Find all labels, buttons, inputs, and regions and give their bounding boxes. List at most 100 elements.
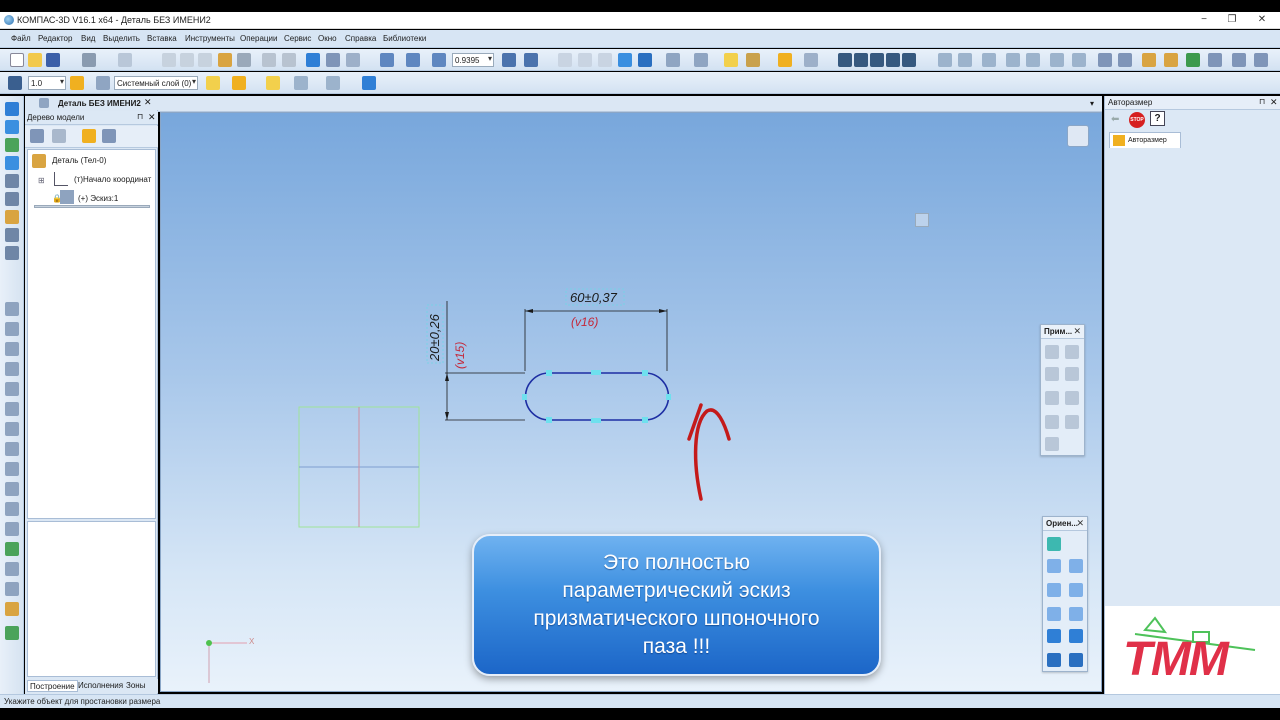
trim-tool-icon[interactable] [958,53,972,67]
menu-edit[interactable]: Редактор [38,34,72,43]
specification-tool-icon[interactable] [1164,53,1178,67]
print-icon[interactable] [82,53,96,67]
attributes-tool-icon[interactable] [1118,53,1132,67]
menu-insert[interactable]: Вставка [147,34,177,43]
document-list-arrow-icon[interactable]: ▾ [1090,99,1094,108]
insert-icon[interactable] [5,626,19,640]
fx-icon[interactable] [346,53,360,67]
menu-tools[interactable]: Инструменты [185,34,235,43]
cut-icon[interactable] [162,53,176,67]
redo-icon[interactable] [282,53,296,67]
open-folder-icon[interactable] [28,53,42,67]
spline-icon[interactable] [5,382,19,396]
polygon-icon[interactable] [5,542,19,556]
edit-part-icon[interactable] [746,53,760,67]
format-brush-icon[interactable] [218,53,232,67]
orient-iso-icon[interactable] [1047,629,1061,643]
dimensions-panel-icon[interactable] [5,156,19,170]
tree-item-sketch[interactable]: (+) Эскиз:1 [78,194,118,203]
constraint-parallel-icon[interactable] [1065,367,1079,381]
magnet-icon[interactable] [232,76,246,90]
move-tool-icon[interactable] [1050,53,1064,67]
model-tree-icon[interactable] [306,53,320,67]
view-shaded-icon[interactable] [618,53,632,67]
view-shaded-edges-icon[interactable] [638,53,652,67]
orient-dimetric-icon[interactable] [1069,629,1083,643]
constraint-point-on-curve-icon[interactable] [1045,415,1059,429]
pan-icon[interactable] [524,53,538,67]
measure-tool-icon[interactable] [1098,53,1112,67]
tree-item-origin[interactable]: (т)Начало координат [74,175,151,184]
height-dimension-text[interactable]: 20±0,26 [427,314,442,361]
filter-icon[interactable] [666,53,680,67]
snap-icon[interactable] [70,76,84,90]
properties-close[interactable]: ✕ [1270,97,1278,108]
document-tab-label[interactable]: Деталь БЕЗ ИМЕНИ2 [58,99,141,108]
fillet-icon[interactable] [5,442,19,456]
ortho-icon[interactable] [266,76,280,90]
constraint-icon-5[interactable] [902,53,916,67]
library-tool-icon[interactable] [1232,53,1246,67]
extra-tool-icon[interactable] [1254,53,1268,67]
view-hidden-icon[interactable] [578,53,592,67]
bezier-icon[interactable] [5,482,19,496]
menu-window[interactable]: Окно [318,34,337,43]
offset-tool-icon[interactable] [982,53,996,67]
tree-pin[interactable]: ⊓ [137,112,143,121]
autodim-tab[interactable]: Авторазмер [1109,132,1181,148]
orient-custom-icon[interactable] [1069,653,1083,667]
orient-right-icon[interactable] [1069,583,1083,597]
orient-left-icon[interactable] [1047,583,1061,597]
rectangle-icon[interactable] [5,522,19,536]
view-orientation-icon[interactable] [362,76,376,90]
expand-icon[interactable]: ⊞ [38,176,45,185]
document-tab-close[interactable]: ✕ [144,97,152,108]
point-icon[interactable] [5,402,19,416]
zoom-in-icon[interactable] [432,53,446,67]
spec-panel-icon[interactable] [5,246,19,260]
menu-file[interactable]: Файл [11,34,31,43]
view-thin-icon[interactable] [598,53,612,67]
undo-icon[interactable] [262,53,276,67]
back-arrow-icon[interactable]: ⬅ [1111,114,1119,125]
minimize-button[interactable]: − [1194,14,1214,25]
constraint-perpendicular-icon[interactable] [1045,391,1059,405]
copy-icon[interactable] [180,53,194,67]
constraint-horizontal-icon[interactable] [1045,345,1059,359]
tree-scrollbar[interactable] [34,205,150,208]
grid-icon[interactable] [294,76,308,90]
chamfer-icon[interactable] [5,462,19,476]
new-file-icon[interactable] [10,53,24,67]
edit-panel-icon[interactable] [5,120,19,134]
layer-icon[interactable] [96,76,110,90]
orient-bottom-icon[interactable] [1069,607,1083,621]
text-tool-icon[interactable] [804,53,818,67]
parametrization-icon[interactable] [778,53,792,67]
view-cube-icon[interactable] [1067,125,1089,147]
restore-button[interactable]: ❐ [1222,14,1242,25]
zoom-dynamic-icon[interactable] [406,53,420,67]
constraint-vertical-icon[interactable] [1045,367,1059,381]
zoom-combo[interactable]: 0.9395 [452,53,494,67]
mirror-tool-icon[interactable] [1026,53,1040,67]
settings-tool-icon[interactable] [1208,53,1222,67]
ellipse-icon[interactable] [5,362,19,376]
sketch-mode-icon[interactable] [206,76,220,90]
constraint-icon-4[interactable] [886,53,900,67]
constraint-angle-icon[interactable] [1045,437,1059,451]
paste-icon[interactable] [198,53,212,67]
layer-combo[interactable]: Системный слой (0) [114,76,198,90]
preview-icon[interactable] [118,53,132,67]
copy-tool-icon[interactable] [1072,53,1086,67]
orient-trimetric-icon[interactable] [1047,653,1061,667]
marker-tool-icon[interactable] [1142,53,1156,67]
properties-pin[interactable]: ⊓ [1259,97,1265,106]
contour-icon[interactable] [5,582,19,596]
orient-normal-icon[interactable] [1047,537,1061,551]
local-cs-icon[interactable] [326,76,340,90]
constraint-icon-2[interactable] [854,53,868,67]
width-dimension-text[interactable]: 60±0,37 [570,290,617,305]
tree-structure-icon[interactable] [30,129,44,143]
select-panel-icon[interactable] [5,210,19,224]
arc-icon[interactable] [5,342,19,356]
